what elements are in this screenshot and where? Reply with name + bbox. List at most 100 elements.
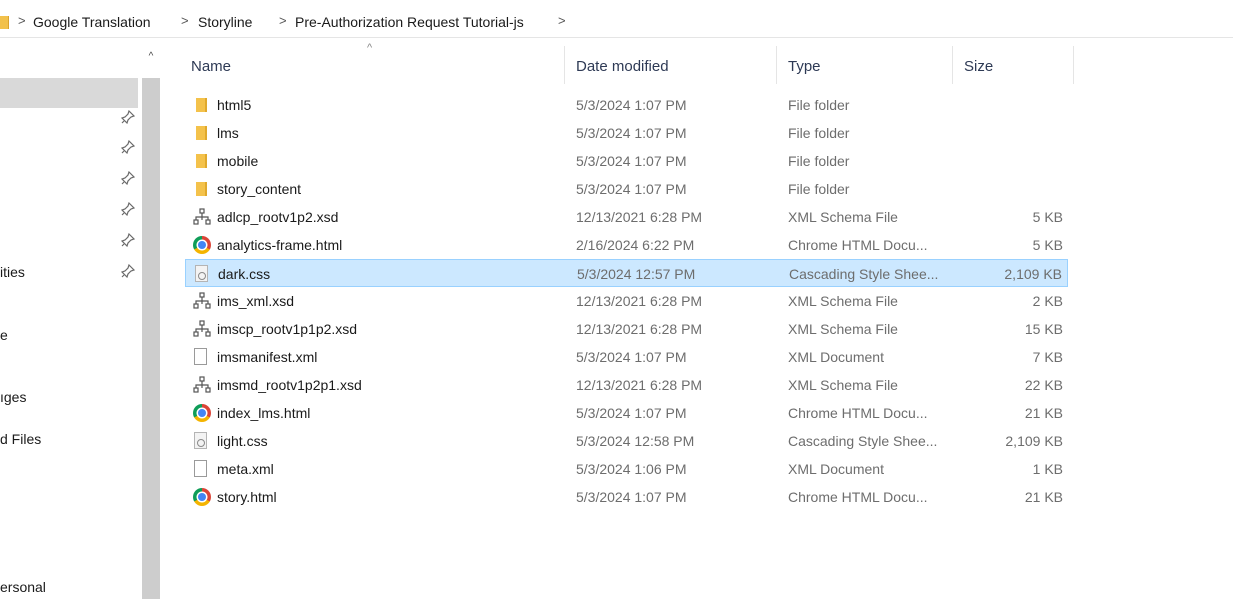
file-name: imsmanifest.xml [217,349,318,365]
column-divider[interactable] [952,46,953,84]
file-type: Chrome HTML Docu... [788,489,928,505]
file-row[interactable]: index_lms.html 5/3/2024 1:07 PM Chrome HTM… [185,399,1233,427]
file-size: 5 KB [1032,209,1063,225]
file-name: analytics-frame.html [217,237,343,253]
folder-icon [193,152,211,170]
nav-item-utilities[interactable]: ities [0,264,25,280]
column-header-type[interactable]: Type [788,58,821,75]
file-row[interactable]: imsmanifest.xml 5/3/2024 1:07 PM XML Docum… [185,343,1233,371]
file-type: File folder [788,97,850,113]
file-row[interactable]: lms 5/3/2024 1:07 PM File folder [185,119,1233,147]
file-name: mobile [217,153,259,169]
file-date-modified: 5/3/2024 1:07 PM [576,97,687,113]
file-date-modified: 12/13/2021 6:28 PM [576,377,703,393]
file-row[interactable]: dark.css 5/3/2024 12:57 PM Cascading Style… [185,259,1068,287]
file-type: XML Document [788,349,884,365]
file-name: story_content [217,181,302,197]
breadcrumb-item-current-folder[interactable]: Pre-Authorization Request Tutorial-js [295,14,524,30]
chevron-right-icon[interactable]: > [18,13,26,28]
nav-item-e[interactable]: e [0,327,8,343]
scroll-thumb[interactable] [142,78,160,599]
breadcrumb-item-storyline[interactable]: Storyline [198,14,252,30]
column-header-size[interactable]: Size [964,58,993,75]
column-divider[interactable] [776,46,777,84]
file-date-modified: 5/3/2024 1:07 PM [576,489,687,505]
file-name: ims_xml.xsd [217,293,295,309]
file-name: meta.xml [217,461,274,477]
xml-schema-icon [193,292,211,310]
file-date-modified: 12/13/2021 6:28 PM [576,321,703,337]
column-header-date-modified[interactable]: Date modified [576,58,669,75]
file-date-modified: 5/3/2024 1:07 PM [576,153,687,169]
nav-scrollbar[interactable]: ^ [139,48,163,599]
file-row[interactable]: meta.xml 5/3/2024 1:06 PM XML Document 1 KB [185,455,1233,483]
chrome-icon [193,236,211,254]
column-header-name[interactable]: Name [191,58,231,75]
breadcrumb-item-google-translation[interactable]: Google Translation [33,14,151,30]
file-row[interactable]: ims_xml.xsd 12/13/2021 6:28 PM XML Schema … [185,287,1233,315]
file-name: index_lms.html [217,405,311,421]
file-type: XML Schema File [788,293,898,309]
pin-icon[interactable] [121,171,135,185]
file-size: 2,109 KB [1004,266,1062,282]
file-type: XML Schema File [788,321,898,337]
file-size: 1 KB [1032,461,1063,477]
column-divider[interactable] [564,46,565,84]
file-size: 2 KB [1032,293,1063,309]
folder-icon [0,16,9,29]
file-name: story.html [217,489,277,505]
file-row[interactable]: html5 5/3/2024 1:07 PM File folder [185,91,1233,119]
xml-schema-icon [193,208,211,226]
pin-icon[interactable] [121,233,135,247]
scroll-up-arrow-icon[interactable]: ^ [139,48,163,66]
pin-icon[interactable] [121,202,135,216]
file-date-modified: 5/3/2024 1:07 PM [576,349,687,365]
file-list: ^ Name Date modified Type Size html5 5/3/… [185,38,1233,599]
file-type: XML Schema File [788,209,898,225]
folder-icon [193,124,211,142]
pin-icon[interactable] [121,110,135,124]
file-type: Chrome HTML Docu... [788,237,928,253]
file-date-modified: 5/3/2024 1:06 PM [576,461,687,477]
file-row[interactable]: analytics-frame.html 2/16/2024 6:22 PM Chr… [185,231,1233,259]
column-divider[interactable] [1073,46,1074,84]
file-size: 2,109 KB [1005,433,1063,449]
file-row[interactable]: imscp_rootv1p1p2.xsd 12/13/2021 6:28 PM XM… [185,315,1233,343]
file-date-modified: 2/16/2024 6:22 PM [576,237,695,253]
file-size: 21 KB [1024,489,1063,505]
file-type: File folder [788,153,850,169]
css-file-icon [194,432,207,449]
file-size: 5 KB [1032,237,1063,253]
nav-item-files[interactable]: d Files [0,431,41,447]
file-row[interactable]: imsmd_rootv1p2p1.xsd 12/13/2021 6:28 PM XM… [185,371,1233,399]
pin-icon[interactable] [121,264,135,278]
navigation-pane: ities e ıges d Files ersonal ^ [0,38,163,599]
file-date-modified: 5/3/2024 1:07 PM [576,125,687,141]
file-size: 15 KB [1024,321,1063,337]
file-type: File folder [788,181,850,197]
nav-item-personal[interactable]: ersonal [0,579,46,595]
file-row[interactable]: story_content 5/3/2024 1:07 PM File folder [185,175,1233,203]
file-name: adlcp_rootv1p2.xsd [217,209,339,225]
file-row[interactable]: story.html 5/3/2024 1:07 PM Chrome HTML Do… [185,483,1233,511]
address-bar[interactable]: > Google Translation > Storyline > Pre-A… [0,0,1233,38]
chevron-right-icon[interactable]: > [181,13,189,28]
css-file-icon [195,265,208,282]
file-date-modified: 5/3/2024 1:07 PM [576,181,687,197]
file-row[interactable]: light.css 5/3/2024 12:58 PM Cascading Styl… [185,427,1233,455]
file-row[interactable]: mobile 5/3/2024 1:07 PM File folder [185,147,1233,175]
chevron-right-icon[interactable]: > [558,13,566,28]
nav-item-images[interactable]: ıges [0,389,26,405]
file-size: 7 KB [1032,349,1063,365]
nav-selected-item[interactable] [0,78,138,108]
file-type: Cascading Style Shee... [788,433,938,449]
file-name: imscp_rootv1p1p2.xsd [217,321,358,337]
file-date-modified: 12/13/2021 6:28 PM [576,293,703,309]
file-name: light.css [217,433,268,449]
xml-schema-icon [193,376,211,394]
chevron-right-icon[interactable]: > [279,13,287,28]
xml-schema-icon [193,320,211,338]
document-icon [194,348,207,365]
file-row[interactable]: adlcp_rootv1p2.xsd 12/13/2021 6:28 PM XML … [185,203,1233,231]
pin-icon[interactable] [121,140,135,154]
